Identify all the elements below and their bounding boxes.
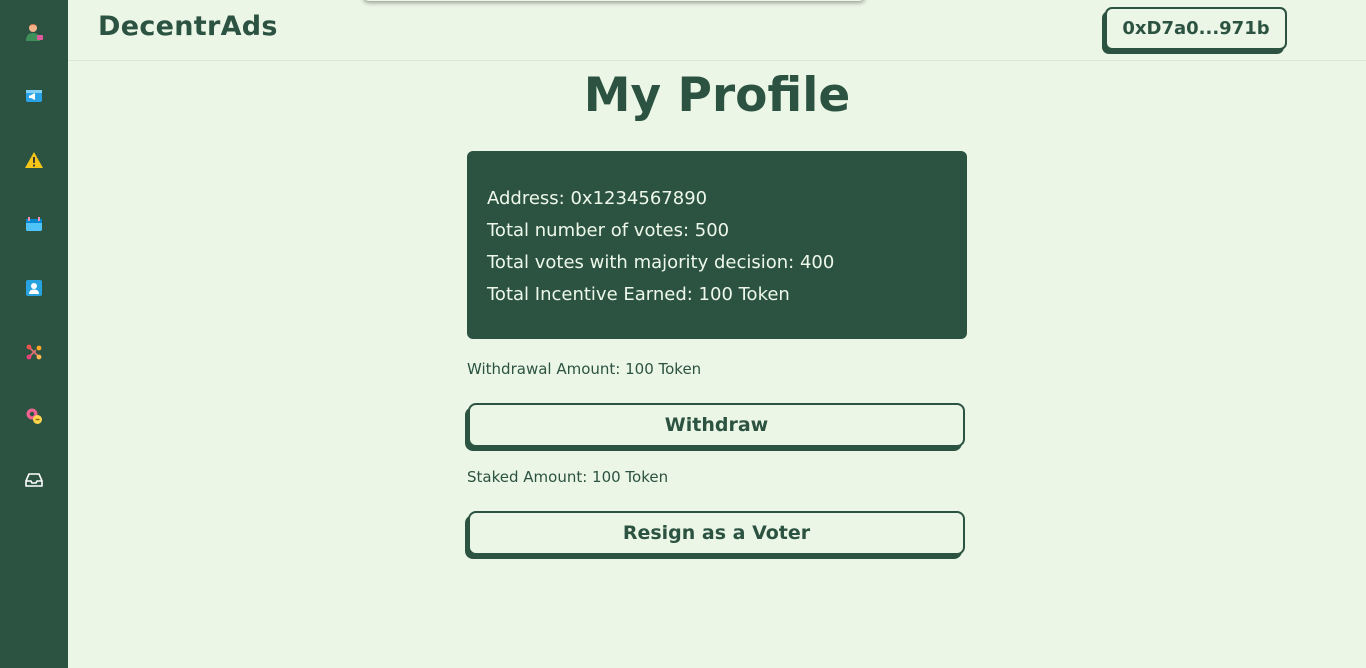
address-text: Address: 0x1234567890 [487,188,708,209]
majority-votes-text: Total votes with majority decision: 400 [487,252,835,273]
wallet-address-button[interactable]: 0xD7a0...971b [1105,7,1287,50]
resign-voter-button[interactable]: Resign as a Voter [468,511,965,555]
settings-badge-icon[interactable] [22,404,46,428]
inbox-icon[interactable] [22,468,46,492]
withdraw-button[interactable]: Withdraw [468,403,965,447]
incentive-earned-text: Total Incentive Earned: 100 Token [487,284,790,305]
page-title: My Profile [583,68,851,123]
staked-amount-label: Staked Amount: 100 Token [467,468,669,486]
campaign-icon[interactable] [22,212,46,236]
user-icon[interactable] [22,276,46,300]
profile-info-card: Address: 0x1234567890 Total number of vo… [467,151,967,339]
warning-icon[interactable] [22,148,46,172]
sidebar [0,0,68,668]
ads-icon[interactable] [22,84,46,108]
profile-avatar-icon[interactable] [22,20,46,44]
total-votes-text: Total number of votes: 500 [487,220,730,241]
brand-logo[interactable]: DecentrAds [98,11,278,42]
top-dropdown-shadow [363,0,865,1]
network-icon[interactable] [22,340,46,364]
withdrawal-amount-label: Withdrawal Amount: 100 Token [467,360,702,378]
